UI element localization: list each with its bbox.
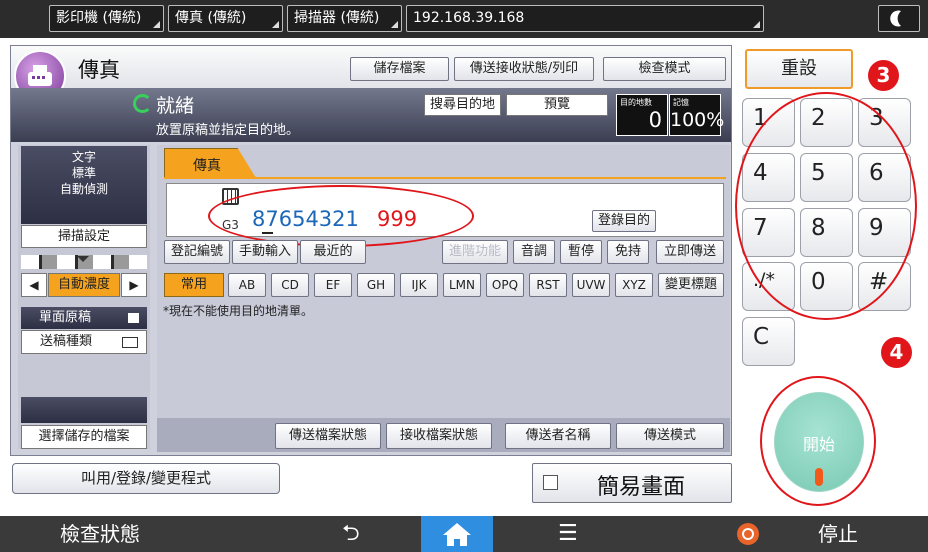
index-tab-xyz[interactable]: XYZ <box>615 273 653 297</box>
keypad-annotation-ellipse <box>735 92 917 320</box>
stop-button[interactable]: 停止 <box>818 516 858 552</box>
simple-screen-button[interactable]: 簡易畫面 <box>532 463 732 503</box>
scan-settings-button[interactable]: 掃描設定 <box>21 225 147 248</box>
tab-fax-label: 傳真 (傳統) <box>175 10 247 26</box>
destination-count-label: 目的地數 <box>620 98 652 107</box>
original-feed-label: 送稿種類 <box>40 334 93 349</box>
recent-button[interactable]: 最近的 <box>300 240 366 264</box>
reset-button[interactable]: 重設 <box>745 49 853 89</box>
sender-name-button[interactable]: 傳送者名稱 <box>505 423 611 449</box>
index-tab-rst[interactable]: RST <box>529 273 567 297</box>
index-tab-gh[interactable]: GH <box>357 273 395 297</box>
index-tab-uvw[interactable]: UVW <box>572 273 610 297</box>
checkbox-icon <box>543 475 558 490</box>
feed-type-icon <box>122 337 138 348</box>
destination-count-value: 0 <box>648 108 662 132</box>
original-type-label: 單面原稿 <box>39 310 92 325</box>
memory-label: 記憶 <box>673 98 689 107</box>
preview-button[interactable]: 預覽 <box>506 94 608 116</box>
pause-button[interactable]: 暫停 <box>560 240 602 264</box>
red-annotation-ellipse <box>208 185 474 247</box>
change-title-button[interactable]: 變更標題 <box>658 273 724 297</box>
page-title: 傳真 <box>78 58 120 82</box>
home-button[interactable] <box>421 516 493 552</box>
hands-free-button[interactable]: 免持 <box>607 240 649 264</box>
check-mode-button[interactable]: 檢查模式 <box>603 57 726 81</box>
density-increase-button[interactable]: ▶ <box>121 273 147 297</box>
index-tab-frequent[interactable]: 常用 <box>164 273 224 297</box>
home-icon <box>443 523 471 546</box>
index-tab-ijk[interactable]: IJK <box>400 273 438 297</box>
stored-file-area <box>21 397 147 423</box>
density-pointer-icon <box>77 256 89 262</box>
program-button[interactable]: 叫用/登錄/變更程式 <box>12 463 280 494</box>
immediate-send-button[interactable]: 立即傳送 <box>656 240 724 264</box>
tab-scanner-classic[interactable]: 掃描器 (傳統) <box>287 5 402 32</box>
moon-icon <box>890 10 901 27</box>
single-sided-original-button[interactable]: 單面原稿 <box>21 307 147 329</box>
original-feed-type-button[interactable]: 送稿種類 <box>21 330 147 354</box>
ready-hint: 放置原稿並指定目的地。 <box>156 123 300 138</box>
tab-fax-classic[interactable]: 傳真 (傳統) <box>168 5 283 32</box>
stop-icon <box>737 523 759 545</box>
index-tab-ef[interactable]: EF <box>314 273 352 297</box>
clear-key[interactable]: C <box>742 317 795 366</box>
tab-ip-address[interactable]: 192.168.39.168 <box>406 5 764 32</box>
send-file-status-button[interactable]: 傳送檔案狀態 <box>275 423 381 449</box>
tab-copier-label: 影印機 (傳統) <box>56 10 142 26</box>
menu-button[interactable]: ☰ <box>558 516 578 552</box>
advanced-features-button[interactable]: 進階功能 <box>442 240 508 264</box>
corner-icon <box>753 21 760 28</box>
night-mode-button[interactable] <box>878 5 920 32</box>
memory-box: 記憶 100% <box>669 94 725 136</box>
manual-input-button[interactable]: 手動輸入 <box>232 240 298 264</box>
simple-screen-label: 簡易畫面 <box>597 475 686 500</box>
tx-rx-status-print-button[interactable]: 傳送接收狀態/列印 <box>454 57 594 81</box>
auto-density-button[interactable]: 自動濃度 <box>48 273 120 297</box>
corner-icon <box>272 21 279 28</box>
annotation-marker-4: 4 <box>881 337 912 368</box>
mode-line-resolution: 標準 <box>71 166 96 180</box>
annotation-marker-3: 3 <box>868 60 899 91</box>
mode-line-text: 文字 <box>71 150 96 164</box>
start-indicator-lamp <box>815 468 823 486</box>
memory-value: 100% <box>670 109 725 131</box>
index-tab-ab[interactable]: AB <box>228 273 266 297</box>
search-destination-button[interactable]: 搜尋目的地 <box>424 94 501 116</box>
start-button[interactable]: 開始 <box>774 392 864 492</box>
ready-status: 就緒 <box>156 95 195 117</box>
document-icon <box>128 313 139 323</box>
ready-spinner-icon <box>133 94 152 113</box>
start-label: 開始 <box>802 435 835 454</box>
registration-number-button[interactable]: 登記編號 <box>164 240 230 264</box>
destination-count-box: 目的地數 0 <box>616 94 668 136</box>
tone-button[interactable]: 音調 <box>513 240 555 264</box>
mode-line-size: 自動偵測 <box>59 182 108 196</box>
ip-address-label: 192.168.39.168 <box>413 10 525 26</box>
corner-icon <box>153 21 160 28</box>
scan-mode-summary[interactable]: 文字 標準 自動偵測 <box>21 146 147 224</box>
index-tab-lmn[interactable]: LMN <box>443 273 481 297</box>
tab-underline <box>164 177 726 179</box>
index-tab-cd[interactable]: CD <box>271 273 309 297</box>
index-tab-opq[interactable]: OPQ <box>486 273 524 297</box>
save-file-button[interactable]: 儲存檔案 <box>350 57 449 81</box>
register-destination-button[interactable]: 登錄目的 <box>592 210 656 232</box>
check-status-button[interactable]: 檢查狀態 <box>60 516 140 552</box>
tab-scanner-label: 掃描器 (傳統) <box>294 10 380 26</box>
corner-icon <box>391 21 398 28</box>
density-decrease-button[interactable]: ◀ <box>21 273 47 297</box>
destination-list-notice: *現在不能使用目的地清單。 <box>163 304 314 318</box>
back-button[interactable]: ⮌ <box>342 516 360 552</box>
tab-copier-classic[interactable]: 影印機 (傳統) <box>49 5 164 32</box>
select-stored-file-button[interactable]: 選擇儲存的檔案 <box>21 425 147 449</box>
receive-file-status-button[interactable]: 接收檔案狀態 <box>386 423 492 449</box>
send-mode-button[interactable]: 傳送模式 <box>616 423 724 449</box>
